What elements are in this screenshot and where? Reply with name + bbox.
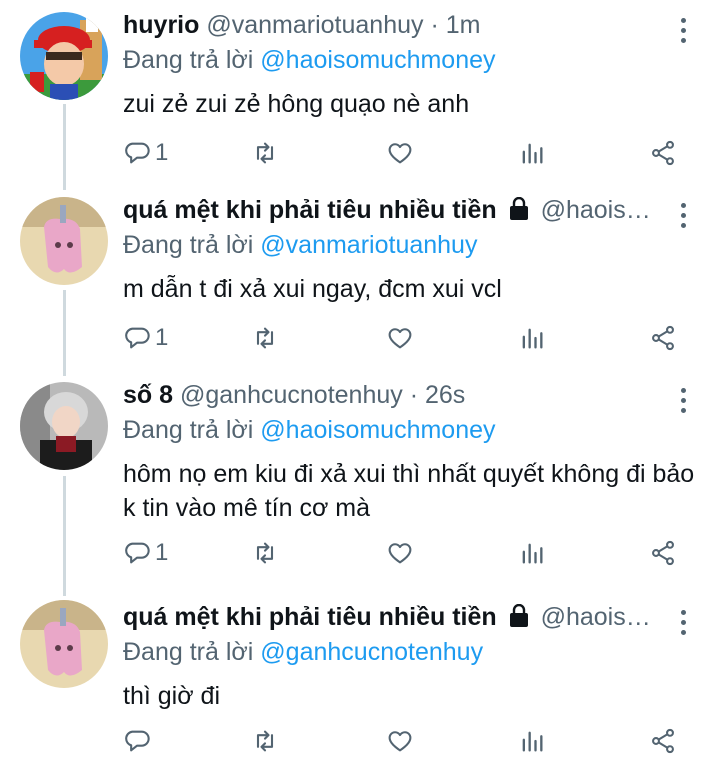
replying-to-label: Đang trả lời (123, 638, 254, 666)
like-button[interactable] (386, 724, 414, 758)
replying-to: Đang trả lời @ganhcucnotenhuy (123, 637, 700, 667)
retweet-icon (256, 730, 274, 752)
retweet-button[interactable] (251, 724, 279, 758)
share-button[interactable] (649, 321, 677, 355)
display-name[interactable]: số 8 (123, 381, 173, 409)
tweet-text: zui zẻ zui zẻ hông quạo nè anh (123, 90, 470, 118)
more-options-icon[interactable] (680, 388, 688, 416)
reply-icon (125, 542, 150, 564)
heart-icon (388, 543, 412, 564)
tweet[interactable]: huyrio @vanmariotuanhuy · 1m Đang trả lờ… (0, 0, 720, 185)
retweet-button[interactable] (251, 136, 279, 170)
tweet[interactable]: quá mệt khi phải tiêu nhiều tiền @haois…… (0, 590, 720, 761)
heart-icon (388, 731, 412, 752)
replying-to-label: Đang trả lời (123, 46, 254, 74)
reply-icon (125, 730, 150, 752)
reply-icon (125, 327, 150, 349)
timestamp[interactable]: 1m (446, 11, 481, 39)
share-icon (652, 325, 674, 351)
heart-icon (388, 328, 412, 349)
retweet-icon (256, 327, 274, 349)
mention-link[interactable]: @vanmariotuanhuy (260, 231, 477, 259)
reply-button[interactable]: 1 (123, 536, 168, 570)
analytics-button[interactable] (518, 724, 546, 758)
mention-link[interactable]: @haoisomuchmoney (260, 416, 495, 444)
reply-icon (125, 142, 150, 164)
more-options-icon[interactable] (680, 610, 688, 638)
user-handle[interactable]: @ganhcucnotenhuy (180, 381, 403, 409)
share-button[interactable] (649, 136, 677, 170)
avatar[interactable] (20, 382, 108, 470)
retweet-icon (256, 142, 274, 164)
like-button[interactable] (386, 536, 414, 570)
replying-to-label: Đang trả lời (123, 231, 254, 259)
replying-to-label: Đang trả lời (123, 416, 254, 444)
separator-dot: · (430, 11, 439, 39)
analytics-icon (522, 543, 543, 564)
display-name[interactable]: huyrio (123, 11, 199, 39)
like-button[interactable] (386, 321, 414, 355)
timestamp[interactable]: 26s (425, 381, 465, 409)
mention-link[interactable]: @haoisomuchmoney (260, 46, 495, 74)
analytics-button[interactable] (518, 136, 546, 170)
separator-dot: · (409, 381, 419, 409)
heart-icon (388, 143, 412, 164)
reply-count: 1 (155, 539, 169, 566)
reply-count: 1 (155, 139, 169, 166)
share-button[interactable] (649, 724, 677, 758)
analytics-button[interactable] (518, 321, 546, 355)
share-icon (652, 540, 674, 566)
replying-to: Đang trả lời @vanmariotuanhuy (123, 230, 700, 260)
more-options-icon[interactable] (680, 18, 688, 46)
retweet-button[interactable] (251, 536, 279, 570)
display-name[interactable]: quá mệt khi phải tiêu nhiều tiền (123, 196, 497, 224)
more-options-icon[interactable] (680, 203, 688, 231)
replying-to: Đang trả lời @haoisomuchmoney (123, 45, 700, 75)
avatar[interactable] (20, 197, 108, 285)
user-handle[interactable]: @vanmariotuanhuy (206, 11, 423, 39)
analytics-icon (522, 143, 543, 164)
retweet-button[interactable] (251, 321, 279, 355)
share-icon (652, 728, 674, 754)
share-icon (652, 140, 674, 166)
replying-to: Đang trả lời @haoisomuchmoney (123, 415, 700, 445)
display-name[interactable]: quá mệt khi phải tiêu nhiều tiền (123, 603, 497, 631)
tweet-text: thì giờ đi (123, 682, 220, 710)
user-handle[interactable]: @haois… (541, 603, 651, 631)
tweet-text: m dẫn t đi xả xui ngay, đcm xui vcl (123, 275, 502, 303)
user-handle[interactable]: @haois… (541, 196, 651, 224)
reply-count: 1 (155, 324, 169, 351)
tweet[interactable]: quá mệt khi phải tiêu nhiều tiền @haois…… (0, 185, 720, 370)
avatar[interactable] (20, 12, 108, 100)
analytics-button[interactable] (518, 536, 546, 570)
analytics-icon (522, 731, 543, 752)
analytics-icon (522, 328, 543, 349)
retweet-icon (256, 542, 274, 564)
mention-link[interactable]: @ganhcucnotenhuy (260, 638, 483, 666)
tweet[interactable]: số 8 @ganhcucnotenhuy · 26s Đang trả lời… (0, 370, 720, 590)
lock-icon (508, 603, 530, 632)
share-button[interactable] (649, 536, 677, 570)
reply-button[interactable] (123, 724, 155, 758)
reply-button[interactable]: 1 (123, 321, 168, 355)
reply-button[interactable]: 1 (123, 136, 168, 170)
like-button[interactable] (386, 136, 414, 170)
avatar[interactable] (20, 600, 108, 688)
lock-icon (508, 196, 530, 225)
tweet-text: hôm nọ em kiu đi xả xui thì nhất quyết k… (123, 460, 695, 522)
